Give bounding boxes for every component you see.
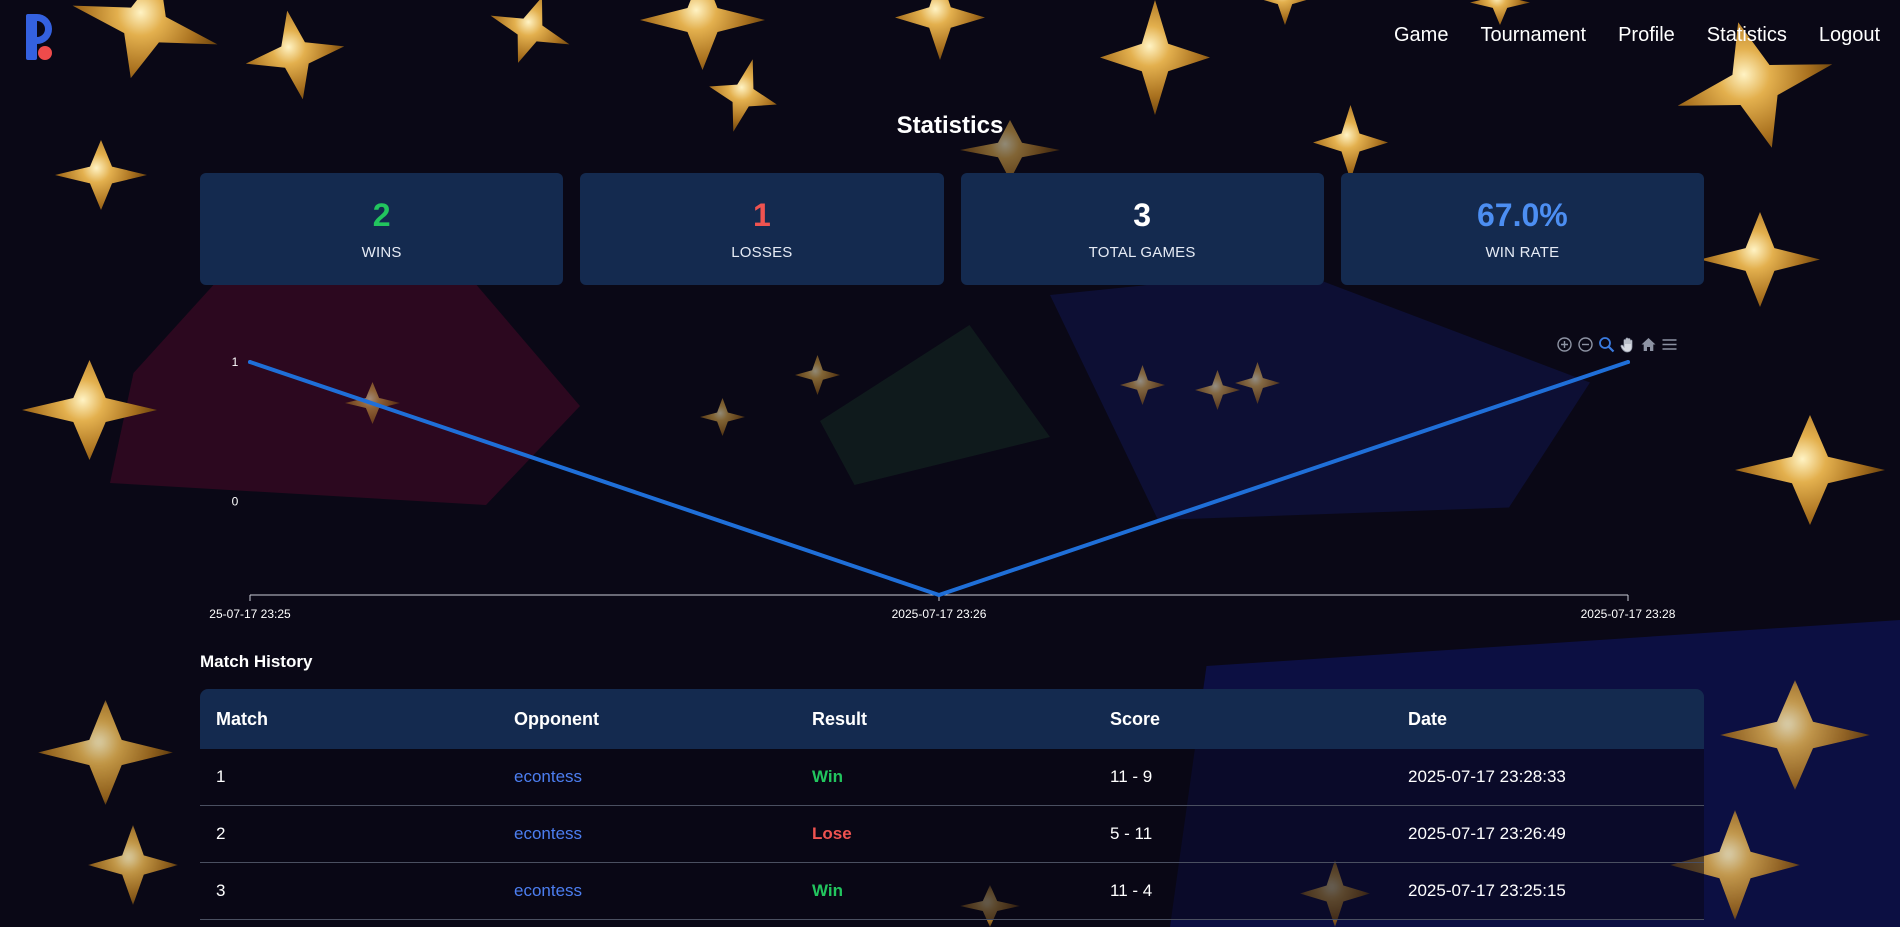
bg-star (479, 0, 582, 77)
result-badge: Win (796, 749, 1094, 806)
bg-star (1100, 0, 1210, 115)
chart-toolbar (1556, 336, 1678, 353)
zoom-in-icon[interactable] (1556, 336, 1573, 353)
match-date: 2025-07-17 23:26:49 (1392, 805, 1704, 863)
nav-item-tournament[interactable]: Tournament (1480, 24, 1586, 47)
bg-star (1255, 0, 1315, 25)
bg-star (895, 0, 985, 60)
match-date: 2025-07-17 23:28:33 (1392, 749, 1704, 806)
opponent-link[interactable]: econtess (498, 862, 796, 920)
match-history-title: Match History (200, 652, 313, 671)
statistics-page: Game Tournament Profile Statistics Logou… (0, 0, 1900, 927)
chart-canvas: 25-07-17 23:25 2025-07-17 23:26 2025-07-17… (209, 355, 1676, 621)
result-badge: Win (796, 862, 1094, 920)
match-number: 2 (200, 805, 498, 863)
match-number: 3 (200, 862, 498, 920)
table-row: 2 econtess Lose 5 - 11 2025-07-17 23:26:… (200, 805, 1704, 863)
nav-item-logout[interactable]: Logout (1819, 24, 1880, 47)
win-rate-label: WIN RATE (1485, 244, 1560, 261)
bg-star (238, 2, 352, 108)
nav-item-statistics[interactable]: Statistics (1707, 24, 1787, 47)
result-badge: Lose (796, 805, 1094, 863)
wins-label: WINS (361, 244, 402, 261)
bg-star (1700, 212, 1820, 307)
match-number: 1 (200, 749, 498, 806)
logo-bowl (30, 14, 52, 44)
column-header-opponent: Opponent (514, 708, 599, 729)
losses-value: 1 (752, 197, 771, 233)
stat-card-losses: 1 LOSSES (580, 173, 944, 285)
match-result-chart: 25-07-17 23:25 2025-07-17 23:26 2025-07-17… (200, 330, 1704, 630)
y-tick-label: 1 (232, 355, 239, 369)
column-header-score: Score (1110, 708, 1161, 729)
data-point (937, 593, 941, 597)
match-score: 11 - 9 (1094, 749, 1392, 806)
table-row: 3 econtess Win 11 - 4 2025-07-17 23:25:1… (200, 862, 1704, 920)
page-title: Statistics (896, 112, 1004, 139)
table-row: 1 econtess Win 11 - 9 2025-07-17 23:28:3… (200, 749, 1704, 806)
reset-home-icon[interactable] (1640, 336, 1657, 353)
x-tick-label: 2025-07-17 23:28 (1581, 607, 1676, 621)
selection-zoom-icon[interactable] (1598, 336, 1615, 353)
bg-star (55, 140, 147, 210)
losses-label: LOSSES (731, 244, 793, 261)
column-header-result: Result (812, 708, 868, 729)
zoom-out-icon[interactable] (1577, 336, 1594, 353)
logo-dot (38, 46, 52, 60)
bg-star (38, 700, 173, 805)
bg-star (1735, 415, 1885, 525)
bg-star (1470, 0, 1530, 25)
bg-star (22, 360, 157, 460)
bg-star (88, 825, 178, 905)
bg-star (58, 0, 231, 98)
bg-star (640, 0, 765, 70)
match-score: 5 - 11 (1094, 805, 1392, 863)
column-header-match: Match (216, 708, 269, 729)
stat-card-wins: 2 WINS (200, 173, 564, 285)
win-rate-value: 67.0% (1477, 197, 1568, 233)
series-line (248, 360, 1630, 597)
total-games-label: TOTAL GAMES (1088, 244, 1196, 261)
wins-value: 2 (372, 197, 391, 233)
match-score: 11 - 4 (1094, 862, 1392, 920)
stat-card-win-rate: 67.0% WIN RATE (1340, 173, 1704, 285)
main-nav: Game Tournament Profile Statistics Logou… (1394, 24, 1880, 47)
data-point (1626, 360, 1630, 364)
opponent-link[interactable]: econtess (498, 805, 796, 863)
stat-cards: 2 WINS 1 LOSSES 3 TOTAL GAMES 67.0% WIN … (200, 173, 1704, 285)
data-point (248, 360, 252, 364)
y-tick-label: 0 (232, 495, 239, 509)
x-tick-label: 2025-07-17 23:26 (892, 607, 987, 621)
brand-logo[interactable] (26, 14, 52, 62)
column-header-date: Date (1408, 708, 1448, 729)
x-tick-label: 25-07-17 23:25 (209, 607, 291, 621)
pan-icon[interactable] (1619, 336, 1636, 353)
bg-star (1720, 680, 1870, 790)
stat-card-total-games: 3 TOTAL GAMES (960, 173, 1324, 285)
menu-icon[interactable] (1661, 336, 1678, 353)
table-header-row: Match Opponent Result Score Date (200, 689, 1704, 749)
match-history-table: Match Opponent Result Score Date 1 econt… (200, 689, 1704, 920)
nav-item-profile[interactable]: Profile (1618, 24, 1675, 47)
opponent-link[interactable]: econtess (498, 749, 796, 806)
total-games-value: 3 (1133, 197, 1152, 233)
nav-item-game[interactable]: Game (1394, 24, 1448, 47)
match-date: 2025-07-17 23:25:15 (1392, 862, 1704, 920)
